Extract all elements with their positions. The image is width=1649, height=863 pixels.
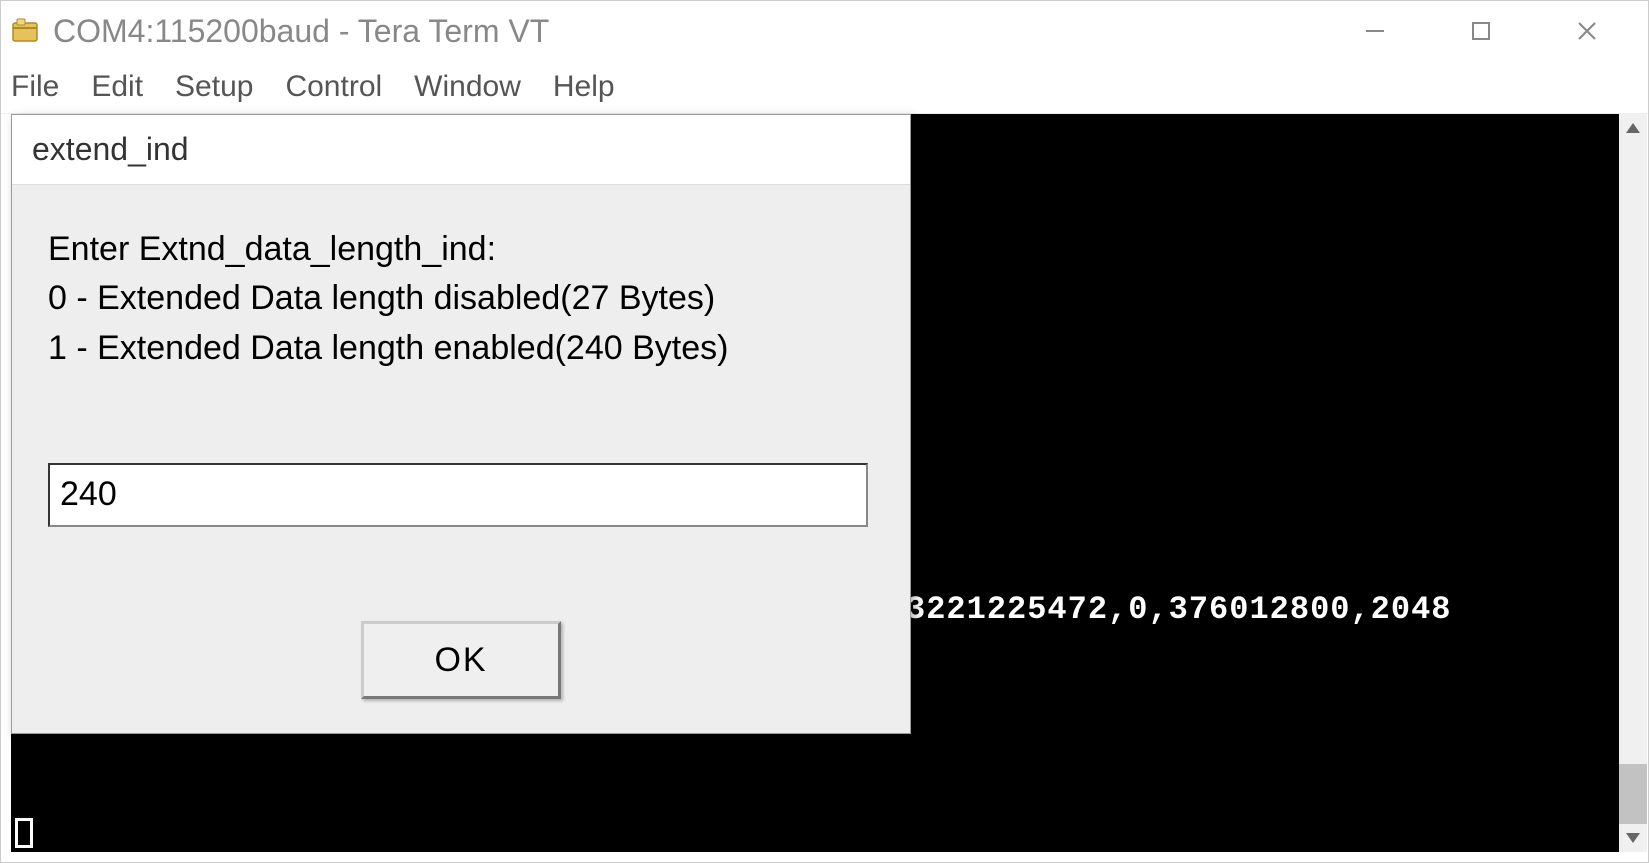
workspace: 3221225472,0,376012800,2048 extend_ind E…	[1, 113, 1648, 862]
menu-file[interactable]: File	[11, 70, 59, 104]
menubar: File Edit Setup Control Window Help	[1, 61, 1648, 113]
vertical-scrollbar[interactable]	[1619, 114, 1647, 852]
dialog-footer: OK	[12, 611, 910, 733]
dialog-message-line1: Enter Extnd_data_length_ind:	[48, 225, 874, 274]
app-window: COM4:115200baud - Tera Term VT File Edit…	[0, 0, 1649, 863]
menu-help[interactable]: Help	[553, 70, 615, 104]
dialog-input[interactable]	[48, 463, 868, 527]
scroll-thumb[interactable]	[1619, 764, 1647, 824]
terminal-output-line: 3221225472,0,376012800,2048	[906, 591, 1451, 628]
ok-button[interactable]: OK	[361, 621, 561, 699]
window-title: COM4:115200baud - Tera Term VT	[53, 13, 1352, 50]
titlebar: COM4:115200baud - Tera Term VT	[1, 1, 1648, 61]
scroll-up-arrow-icon[interactable]	[1619, 114, 1647, 142]
app-icon	[9, 15, 41, 47]
window-controls	[1352, 8, 1640, 54]
dialog-message-line3: 1 - Extended Data length enabled(240 Byt…	[48, 324, 874, 373]
menu-window[interactable]: Window	[414, 70, 521, 104]
close-button[interactable]	[1564, 8, 1610, 54]
minimize-button[interactable]	[1352, 8, 1398, 54]
dialog-body: Enter Extnd_data_length_ind: 0 - Extende…	[12, 185, 910, 611]
scroll-down-arrow-icon[interactable]	[1619, 824, 1647, 852]
menu-setup[interactable]: Setup	[175, 70, 253, 104]
maximize-button[interactable]	[1458, 8, 1504, 54]
menu-edit[interactable]: Edit	[91, 70, 143, 104]
dialog-title: extend_ind	[12, 115, 910, 185]
menu-control[interactable]: Control	[285, 70, 382, 104]
terminal-cursor	[15, 818, 33, 848]
dialog-message: Enter Extnd_data_length_ind: 0 - Extende…	[48, 225, 874, 373]
scroll-track[interactable]	[1619, 142, 1647, 824]
input-dialog: extend_ind Enter Extnd_data_length_ind: …	[11, 114, 911, 734]
dialog-message-line2: 0 - Extended Data length disabled(27 Byt…	[48, 274, 874, 323]
